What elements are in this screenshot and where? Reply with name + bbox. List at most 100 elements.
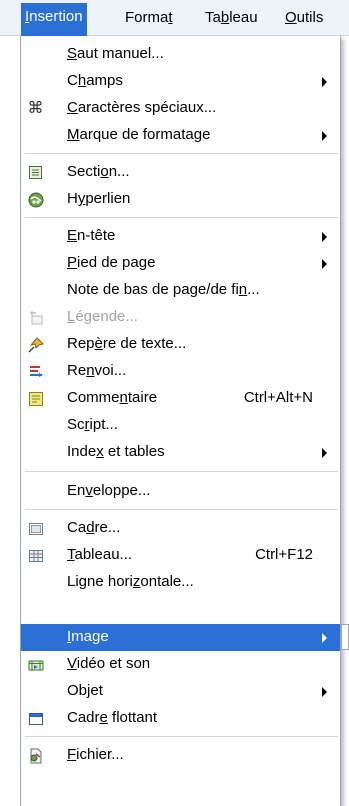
menu-item-label: Vidéo et son — [67, 655, 150, 672]
menu-accelerator: b — [220, 9, 230, 26]
label-pre: En — [67, 482, 86, 499]
menu-separator — [25, 736, 338, 737]
label-post: arque de formatage — [79, 126, 211, 143]
hyperlink-globe-icon — [27, 191, 44, 208]
label-pre: Re — [67, 362, 87, 379]
menu-item-label: Repère de texte... — [67, 335, 186, 352]
label-post: ied de page — [77, 254, 156, 271]
accelerator: T — [67, 546, 75, 563]
file-icon — [27, 747, 44, 764]
label-post: taire — [127, 389, 158, 406]
menu-item-enveloppe[interactable]: Enveloppe... — [21, 478, 340, 505]
submenu-arrow-icon — [322, 232, 327, 242]
accelerator: E — [67, 227, 78, 244]
label-pre: C — [67, 72, 78, 89]
menu-item-section[interactable]: Section... — [21, 159, 340, 186]
menu-item-caracteres-speciaux[interactable]: ⌘ Caractères spéciaux... — [21, 95, 340, 122]
menu-item-index-et-tables[interactable]: Index et tables — [21, 439, 340, 466]
menu-item-label: Renvoi... — [67, 362, 126, 379]
menu-accelerator: O — [285, 9, 297, 26]
label-pre: Sc — [67, 416, 85, 433]
cross-reference-icon — [27, 363, 44, 380]
label-post: aractères spéciaux... — [77, 99, 217, 116]
menu-item-label: Marque de formatage — [67, 126, 210, 143]
label-post: et tables — [103, 443, 165, 460]
menu-item-label: Enveloppe... — [67, 482, 150, 499]
label-post: aut manuel... — [77, 45, 164, 62]
accelerator: è — [94, 335, 103, 352]
menu-item-repere-de-texte[interactable]: Repère de texte... — [21, 331, 340, 358]
label-post: re... — [94, 519, 121, 536]
accelerator: n — [119, 389, 128, 406]
menu-item-legende[interactable]: Légende... — [21, 304, 340, 331]
submenu-arrow-icon — [322, 448, 327, 458]
label-pre: Rep — [67, 335, 95, 352]
label-post: ipt... — [89, 416, 118, 433]
submenu-arrow-icon — [322, 77, 327, 87]
menu-item-renvoi[interactable]: Renvoi... — [21, 358, 340, 385]
label-post: égende... — [75, 308, 138, 325]
menu-item-label: Légende... — [67, 308, 138, 325]
label-post: flottant — [107, 709, 158, 726]
label-post: et — [90, 682, 103, 699]
menu-item-image[interactable]: Image — [21, 624, 340, 651]
label-post: perlien — [85, 190, 131, 207]
accelerator: V — [67, 655, 77, 672]
menu-item-marque-de-formatage[interactable]: Marque de formatage — [21, 122, 340, 149]
menu-item-label: Index et tables — [67, 443, 165, 460]
accelerator: S — [67, 45, 78, 62]
shortcut-text: Ctrl+F12 — [255, 546, 313, 563]
menu-item-label: En-tête — [67, 227, 115, 244]
menu-outils[interactable]: Outils — [285, 9, 323, 26]
menu-item-en-tete[interactable]: En-tête — [21, 223, 340, 250]
menu-tableau[interactable]: Tableau — [205, 9, 258, 26]
menu-item-hyperlien[interactable]: Hyperlien — [21, 186, 340, 213]
menu-item-script[interactable]: Script... — [21, 412, 340, 439]
comment-icon — [27, 390, 44, 407]
accelerator: e — [99, 709, 108, 726]
menu-item-cadre[interactable]: Cadre... — [21, 515, 340, 542]
menu-format[interactable]: Format — [125, 9, 173, 26]
menu-item-label: Objet — [67, 682, 103, 699]
menu-item-ligne-horizontale[interactable]: Ligne horizontale... — [21, 569, 340, 596]
menu-item-label: Tableau... — [67, 546, 132, 563]
menu-item-pied-de-page[interactable]: Pied de page — [21, 250, 340, 277]
table-icon — [27, 547, 44, 564]
menu-item-label: Commentaire — [67, 389, 157, 406]
menubar: Insertion Format Tableau Outils — [0, 0, 349, 36]
bookmark-pin-icon — [27, 336, 44, 353]
accelerator: C — [67, 99, 78, 116]
label-post: ... — [247, 281, 260, 298]
special-characters-icon: ⌘ — [27, 100, 44, 117]
menu-item-label: Section... — [67, 163, 130, 180]
submenu-arrow-icon — [322, 687, 327, 697]
menu-item-cadre-flottant[interactable]: Cadre flottant — [21, 705, 340, 732]
menu-item-label: Saut manuel... — [67, 45, 164, 62]
menu-item-champs[interactable]: Champs — [21, 68, 340, 95]
accelerator: h — [77, 72, 87, 89]
menu-separator — [25, 509, 338, 510]
menu-item-label: Note de bas de page/de fin... — [67, 281, 260, 298]
menu-item-tableau[interactable]: Tableau... Ctrl+F12 — [21, 542, 340, 569]
label-post: eloppe... — [92, 482, 151, 499]
shortcut-text: Ctrl+Alt+N — [243, 389, 313, 406]
image-submenu-edge — [341, 624, 349, 650]
accelerator: v — [85, 482, 93, 499]
label-post: n-tête — [77, 227, 116, 244]
label-pre: Cadr — [67, 709, 100, 726]
menu-item-saut-manuel[interactable]: Saut manuel... — [21, 41, 340, 68]
menu-insertion[interactable]: Insertion — [21, 3, 87, 36]
label-pre: Ca — [67, 519, 87, 536]
menu-separator — [25, 217, 338, 218]
frame-icon — [27, 520, 44, 537]
menu-item-video-et-son[interactable]: Vidéo et son — [21, 651, 340, 678]
video-icon — [27, 656, 44, 673]
menu-item-commentaire[interactable]: Commentaire Ctrl+Alt+N — [21, 385, 340, 412]
menu-item-fichier[interactable]: Fichier... — [21, 742, 340, 769]
menu-item-label: Caractères spéciaux... — [67, 99, 216, 116]
menu-label-post: utils — [296, 9, 324, 26]
label-pre: Inde — [67, 443, 97, 460]
menu-item-objet[interactable]: Objet — [21, 678, 340, 705]
menu-item-note-de-bas-de-page[interactable]: Note de bas de page/de fin... — [21, 277, 340, 304]
label-pre: Ob — [67, 682, 88, 699]
